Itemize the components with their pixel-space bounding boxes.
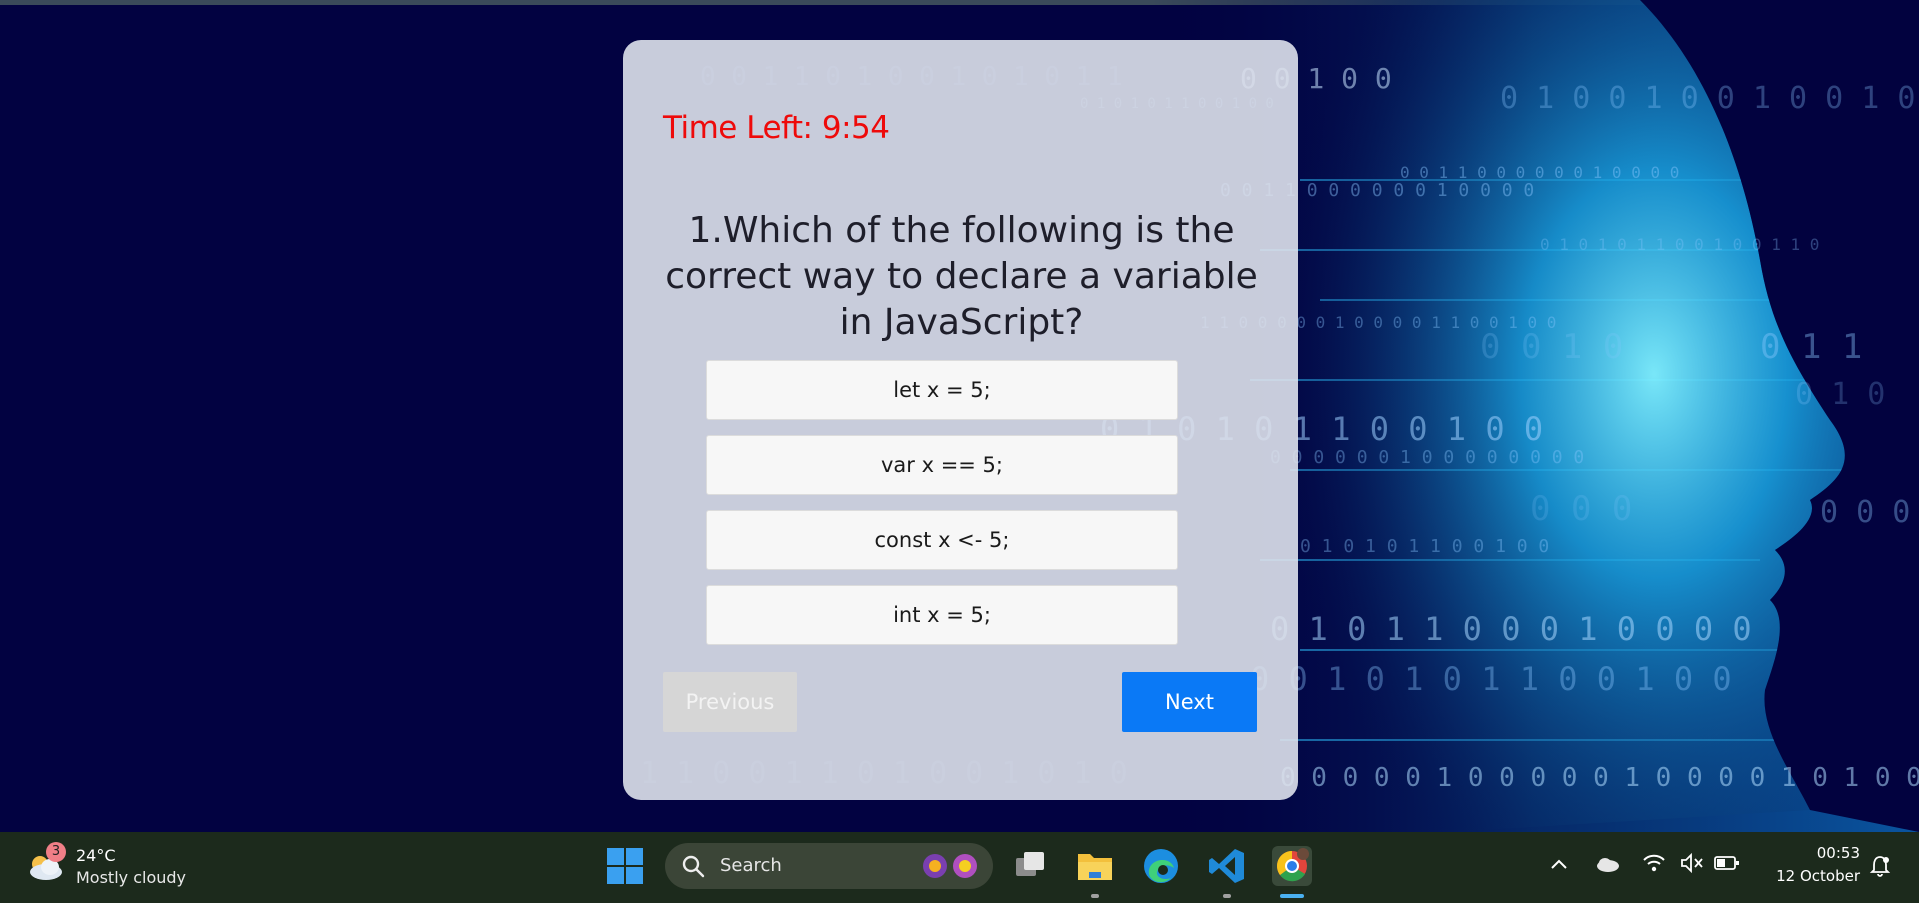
previous-button[interactable]: Previous	[663, 672, 797, 732]
svg-text:0 1 0 1 1 0 0 0 1 0 0 0 0: 0 1 0 1 1 0 0 0 1 0 0 0 0	[1270, 610, 1752, 648]
answer-option-3[interactable]: const x <- 5;	[706, 510, 1178, 570]
chevron-up-icon[interactable]	[1548, 854, 1570, 876]
vscode-indicator	[1223, 894, 1231, 898]
edge-icon[interactable]	[1141, 846, 1181, 886]
wifi-icon[interactable]	[1642, 852, 1666, 874]
file-explorer-icon[interactable]	[1075, 846, 1115, 886]
svg-text:0 0 0 0: 0 0 0 0	[1820, 495, 1919, 530]
weather-badge: 3	[46, 842, 66, 862]
muted-speaker-icon[interactable]	[1680, 852, 1704, 874]
weather-description: Mostly cloudy	[76, 868, 186, 887]
file-explorer-indicator	[1091, 894, 1099, 898]
svg-text:0 1 0 1 0 1 1 0 0 1 0 0: 0 1 0 1 0 1 1 0 0 1 0 0	[1300, 536, 1549, 557]
svg-text:0 0 1 0 1 0 1 1 0 0 1 0 0: 0 0 1 0 1 0 1 1 0 0 1 0 0	[1250, 660, 1732, 698]
next-button[interactable]: Next	[1122, 672, 1257, 732]
timer-label: Time Left: 9:54	[663, 110, 890, 146]
search-label: Search	[720, 855, 782, 876]
svg-text:0 0 0: 0 0 0	[1530, 489, 1632, 529]
svg-text:0 0 1 0: 0 0 1 0	[1480, 327, 1623, 367]
weather-widget[interactable]: 3 24°C Mostly cloudy	[22, 842, 202, 894]
taskbar: 3 24°C Mostly cloudy Search 00:53 12 Oct…	[0, 832, 1919, 903]
answer-option-4[interactable]: int x = 5;	[706, 585, 1178, 645]
question-text: 1.Which of the following is the correct …	[665, 210, 1258, 343]
quiz-card: Time Left: 9:54 1.Which of the following…	[623, 40, 1298, 800]
clock-time[interactable]: 00:53	[1770, 844, 1860, 862]
svg-text:0 1 0: 0 1 0	[1795, 377, 1885, 412]
search-icon	[682, 855, 705, 878]
answer-option-1[interactable]: let x = 5;	[706, 360, 1178, 420]
clock-date[interactable]: 12 October	[1762, 867, 1860, 885]
svg-text:0 1 1: 0 1 1	[1760, 327, 1862, 367]
search-highlight-icon	[923, 854, 977, 878]
start-icon[interactable]	[606, 847, 644, 885]
chrome-indicator	[1280, 894, 1304, 898]
notification-bell-icon[interactable]	[1868, 854, 1892, 878]
chrome-icon[interactable]	[1272, 846, 1312, 886]
svg-text:0 0 0 0 0 1 0 0 0 0 0 1 0 0 0: 0 0 0 0 0 1 0 0 0 0 0 1 0 0 0 0 1 0 1 0 …	[1280, 763, 1919, 793]
onedrive-icon[interactable]	[1594, 854, 1620, 874]
svg-text:0 1 0 1 0 1 1 0 0 1 0 0 1 1 0: 0 1 0 1 0 1 1 0 0 1 0 0 1 1 0	[1540, 235, 1819, 254]
weather-temperature: 24°C	[76, 846, 116, 865]
svg-text:0 1 0 0 1 0 0 1 0 0 1 0 1: 0 1 0 0 1 0 0 1 0 0 1 0 1	[1500, 81, 1919, 116]
battery-icon[interactable]	[1714, 854, 1740, 872]
vscode-icon[interactable]	[1207, 846, 1247, 886]
svg-text:0 0 0 0 0 0 1 0 0 0 0 0 0 0 0: 0 0 0 0 0 0 1 0 0 0 0 0 0 0 0	[1270, 447, 1584, 468]
answer-option-2[interactable]: var x == 5;	[706, 435, 1178, 495]
task-view-icon[interactable]	[1010, 846, 1050, 886]
search-bar[interactable]: Search	[665, 843, 993, 889]
